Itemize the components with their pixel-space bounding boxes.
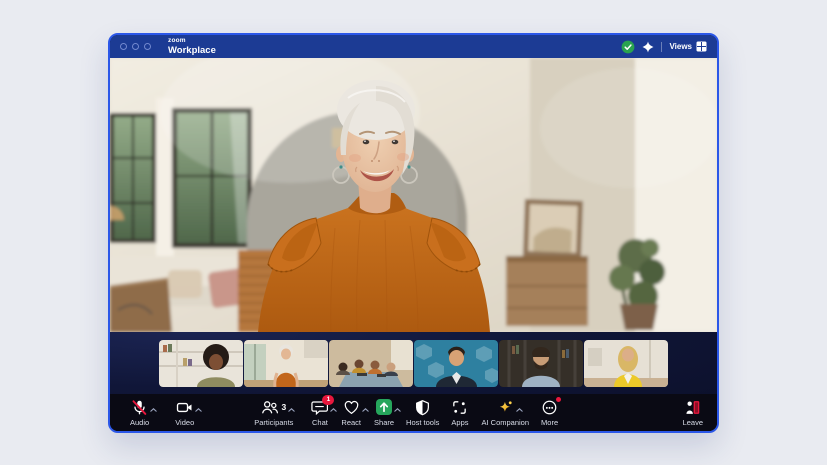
zoom-workplace-logo: zoom Workplace	[168, 38, 216, 55]
participant-thumbnail-2[interactable]	[244, 340, 328, 387]
participant-thumbnail-5[interactable]	[499, 340, 583, 387]
share-button[interactable]: Share	[374, 399, 394, 427]
video-button[interactable]: Video	[175, 399, 194, 427]
meeting-toolbar: Audio Video 3 Participants	[110, 394, 717, 431]
titlebar-divider	[661, 42, 662, 52]
views-label: Views	[669, 42, 692, 51]
apps-button[interactable]: Apps	[451, 399, 468, 427]
audio-label: Audio	[130, 418, 149, 427]
views-button[interactable]: Views	[669, 41, 707, 52]
shield-icon	[414, 399, 431, 416]
apps-icon	[451, 399, 468, 416]
mic-muted-icon	[131, 399, 148, 416]
main-video-tile[interactable]	[110, 58, 717, 332]
participant-thumbnail-3[interactable]	[329, 340, 413, 387]
video-label: Video	[175, 418, 194, 427]
participant-thumbnail-1[interactable]	[159, 340, 243, 387]
leave-button[interactable]: Leave	[683, 399, 703, 427]
participants-button[interactable]: 3 Participants	[254, 399, 293, 427]
notification-dot	[556, 397, 561, 402]
participant-thumbnail-6[interactable]	[584, 340, 668, 387]
more-button[interactable]: More	[541, 399, 558, 427]
react-label: React	[341, 418, 361, 427]
participant-filmstrip	[110, 332, 717, 394]
participants-count: 3	[281, 402, 286, 412]
camera-icon	[176, 399, 193, 416]
chevron-up-icon[interactable]	[330, 400, 337, 415]
chat-button[interactable]: 1 Chat	[311, 399, 328, 427]
react-button[interactable]: React	[341, 399, 361, 427]
chevron-up-icon[interactable]	[394, 400, 401, 415]
security-shield-icon[interactable]	[621, 40, 635, 54]
leave-label: Leave	[683, 418, 703, 427]
sparkle-icon	[497, 399, 514, 416]
ai-companion-label: AI Companion	[482, 418, 530, 427]
window-controls	[120, 43, 151, 50]
logo-zoom-text: zoom	[168, 38, 216, 45]
logo-workplace-text: Workplace	[168, 46, 216, 56]
chevron-up-icon[interactable]	[288, 400, 295, 415]
chat-label: Chat	[312, 418, 328, 427]
window-control-dot[interactable]	[120, 43, 127, 50]
chevron-up-icon[interactable]	[195, 400, 202, 415]
zoom-meeting-window: zoom Workplace Views	[108, 33, 719, 433]
chevron-up-icon[interactable]	[362, 400, 369, 415]
chat-icon: 1	[311, 399, 328, 416]
more-label: More	[541, 418, 558, 427]
host-tools-label: Host tools	[406, 418, 439, 427]
chevron-up-icon[interactable]	[516, 400, 523, 415]
chevron-up-icon[interactable]	[150, 400, 157, 415]
ai-companion-button[interactable]: AI Companion	[482, 399, 530, 427]
audio-button[interactable]: Audio	[130, 399, 149, 427]
share-screen-icon	[376, 399, 392, 415]
participants-label: Participants	[254, 418, 293, 427]
participant-thumbnail-4[interactable]	[414, 340, 498, 387]
host-tools-button[interactable]: Host tools	[406, 399, 439, 427]
window-control-dot[interactable]	[132, 43, 139, 50]
ai-sparkle-icon[interactable]	[642, 41, 654, 53]
apps-label: Apps	[451, 418, 468, 427]
participants-icon	[261, 399, 279, 416]
window-control-dot[interactable]	[144, 43, 151, 50]
heart-icon	[343, 399, 360, 416]
titlebar: zoom Workplace Views	[110, 35, 717, 58]
more-icon	[541, 399, 558, 416]
leave-icon	[684, 399, 701, 416]
gallery-view-icon	[696, 41, 707, 52]
share-label: Share	[374, 418, 394, 427]
